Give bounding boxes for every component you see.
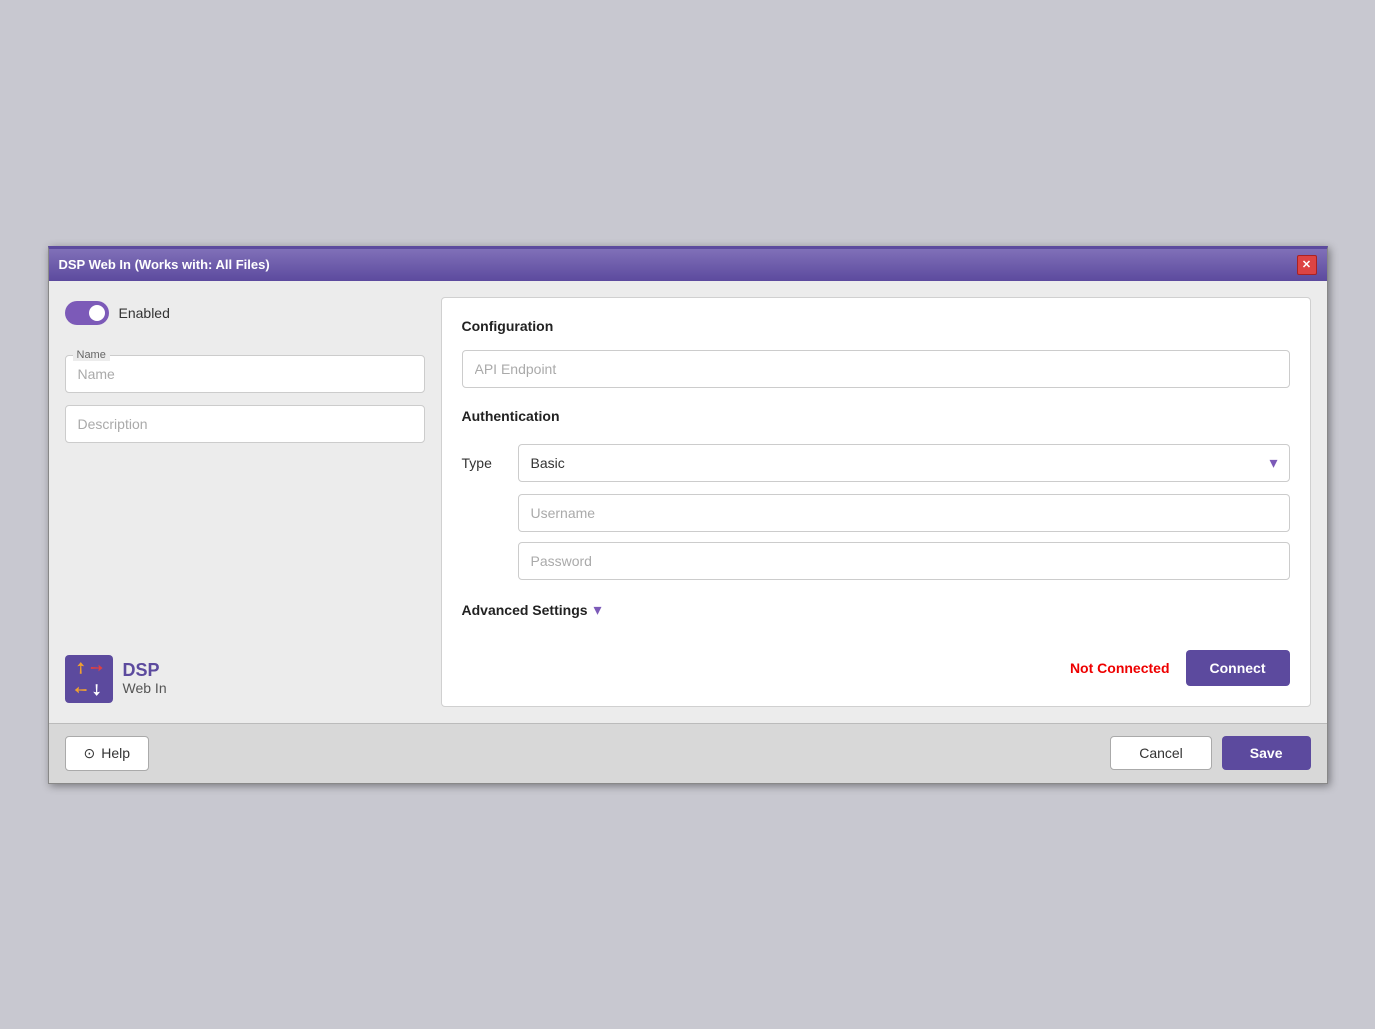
- type-row: Type Basic None Bearer Token OAuth2 ▾: [462, 444, 1290, 482]
- advanced-settings-chevron-icon: ▾: [594, 600, 602, 620]
- close-button[interactable]: ✕: [1297, 255, 1317, 275]
- logo-dsp: DSP: [123, 661, 167, 681]
- name-field-group: Name: [65, 341, 425, 393]
- name-input[interactable]: [65, 355, 425, 393]
- connection-status: Not Connected: [1070, 660, 1170, 676]
- connection-row: Not Connected Connect: [462, 640, 1290, 686]
- name-label: Name: [73, 349, 110, 361]
- content-area: Enabled Name ➚ ➚ ➚ ➚: [49, 281, 1327, 723]
- window-title: DSP Web In (Works with: All Files): [59, 257, 270, 272]
- config-section: Configuration: [462, 318, 1290, 388]
- arrow-tr-icon: ➚: [84, 656, 108, 680]
- help-icon: ⊙: [84, 745, 96, 762]
- auth-title: Authentication: [462, 408, 1290, 424]
- auth-section: Authentication Type Basic None Bearer To…: [462, 408, 1290, 580]
- footer-right: Cancel Save: [1110, 736, 1310, 770]
- save-button[interactable]: Save: [1222, 736, 1311, 770]
- toggle-label: Enabled: [119, 305, 170, 321]
- auth-fields: [462, 494, 1290, 580]
- toggle-row: Enabled: [65, 297, 425, 329]
- left-panel: Enabled Name ➚ ➚ ➚ ➚: [65, 297, 425, 707]
- footer: ⊙ Help Cancel Save: [49, 723, 1327, 783]
- type-label: Type: [462, 455, 502, 471]
- logo-text: DSP Web In: [123, 661, 167, 696]
- title-bar-left: DSP Web In (Works with: All Files): [59, 257, 270, 272]
- title-bar: DSP Web In (Works with: All Files) ✕: [49, 249, 1327, 281]
- help-button[interactable]: ⊙ Help: [65, 736, 150, 771]
- connect-button[interactable]: Connect: [1186, 650, 1290, 686]
- type-select-wrapper: Basic None Bearer Token OAuth2 ▾: [518, 444, 1290, 482]
- arrow-br-icon: ➚: [84, 678, 108, 702]
- password-input[interactable]: [518, 542, 1290, 580]
- main-content: Enabled Name ➚ ➚ ➚ ➚: [49, 281, 1327, 723]
- cancel-button[interactable]: Cancel: [1110, 736, 1212, 770]
- logo-webin: Web In: [123, 681, 167, 696]
- logo-icon: ➚ ➚ ➚ ➚: [65, 655, 113, 703]
- right-panel: Configuration Authentication Type Basic …: [441, 297, 1311, 707]
- config-title: Configuration: [462, 318, 1290, 334]
- username-input[interactable]: [518, 494, 1290, 532]
- enabled-toggle[interactable]: [65, 301, 109, 325]
- advanced-settings-row[interactable]: Advanced Settings ▾: [462, 600, 1290, 620]
- auth-type-select[interactable]: Basic None Bearer Token OAuth2: [518, 444, 1290, 482]
- main-window: DSP Web In (Works with: All Files) ✕ Ena…: [48, 246, 1328, 784]
- advanced-settings-label: Advanced Settings: [462, 602, 588, 618]
- help-label: Help: [101, 745, 130, 761]
- api-endpoint-input[interactable]: [462, 350, 1290, 388]
- logo-arrows: ➚ ➚ ➚ ➚: [70, 655, 107, 703]
- description-input[interactable]: [65, 405, 425, 443]
- logo-area: ➚ ➚ ➚ ➚ DSP Web In: [65, 643, 425, 707]
